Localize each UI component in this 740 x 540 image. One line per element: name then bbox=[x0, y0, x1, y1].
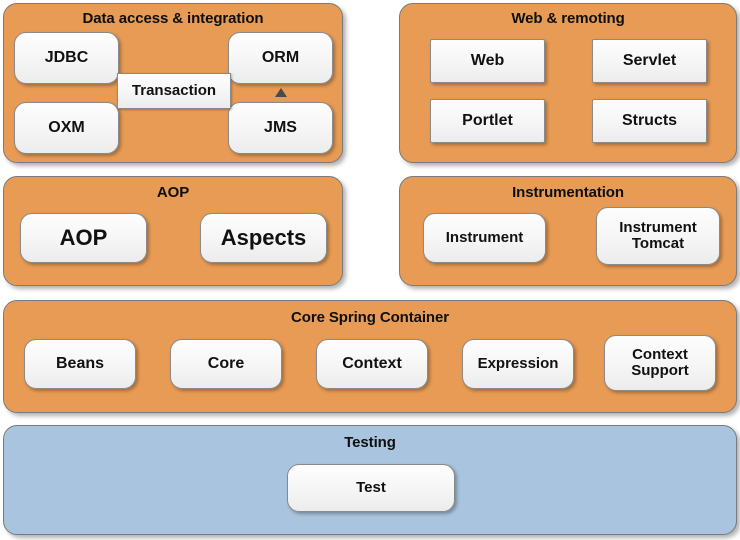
module-web[interactable]: Web bbox=[430, 39, 545, 83]
module-jdbc-label: JDBC bbox=[44, 49, 89, 67]
panel-title-data-access: Data access & integration bbox=[82, 10, 264, 27]
module-jdbc[interactable]: JDBC bbox=[14, 32, 119, 84]
arrow-up-icon bbox=[275, 88, 287, 97]
panel-title-aop: AOP bbox=[156, 184, 190, 201]
module-portlet[interactable]: Portlet bbox=[430, 99, 545, 143]
module-instrument[interactable]: Instrument bbox=[423, 213, 546, 263]
module-jms-label: JMS bbox=[264, 119, 297, 137]
panel-web-remoting[interactable]: Web & remoting Web Servlet Portlet Struc… bbox=[399, 3, 737, 163]
module-context-support[interactable]: Context Support bbox=[604, 335, 716, 391]
spring-architecture-diagram: Data access & integration JDBC OXM ORM J… bbox=[0, 0, 740, 540]
panel-testing[interactable]: Testing Test bbox=[3, 425, 737, 535]
module-instrument-tomcat-label-line1: Instrument bbox=[619, 218, 697, 236]
panel-aop[interactable]: AOP AOP Aspects bbox=[3, 176, 343, 286]
module-test[interactable]: Test bbox=[287, 464, 455, 512]
module-servlet[interactable]: Servlet bbox=[592, 39, 707, 83]
module-aop[interactable]: AOP bbox=[20, 213, 147, 263]
module-instrument-label: Instrument bbox=[445, 228, 524, 246]
module-aop-label: AOP bbox=[59, 225, 108, 251]
module-orm[interactable]: ORM bbox=[228, 32, 333, 84]
module-jms[interactable]: JMS bbox=[228, 102, 333, 154]
panel-title-testing: Testing bbox=[344, 434, 396, 451]
panel-title-web-remoting: Web & remoting bbox=[511, 10, 625, 27]
panel-core-spring-container[interactable]: Core Spring Container Beans Core Context… bbox=[3, 300, 737, 413]
module-oxm[interactable]: OXM bbox=[14, 102, 119, 154]
module-beans-label: Beans bbox=[55, 355, 105, 373]
module-aspects-label: Aspects bbox=[220, 225, 307, 251]
module-context-support-label-line2: Support bbox=[631, 362, 689, 379]
module-instrument-tomcat[interactable]: Instrument Tomcat bbox=[596, 207, 720, 265]
module-instrument-tomcat-label-line2: Tomcat bbox=[631, 235, 685, 252]
module-orm-label: ORM bbox=[261, 49, 300, 67]
module-transaction[interactable]: Transaction bbox=[117, 73, 231, 109]
module-context[interactable]: Context bbox=[316, 339, 428, 389]
panel-title-core-spring-container: Core Spring Container bbox=[291, 309, 449, 326]
module-web-label: Web bbox=[470, 52, 505, 70]
panel-data-access-integration[interactable]: Data access & integration JDBC OXM ORM J… bbox=[3, 3, 343, 163]
module-context-support-label-line1: Context bbox=[632, 345, 688, 363]
module-core[interactable]: Core bbox=[170, 339, 282, 389]
module-servlet-label: Servlet bbox=[622, 52, 677, 70]
module-portlet-label: Portlet bbox=[462, 112, 513, 130]
module-beans[interactable]: Beans bbox=[24, 339, 136, 389]
panel-instrumentation[interactable]: Instrumentation Instrument Instrument To… bbox=[399, 176, 737, 286]
module-aspects[interactable]: Aspects bbox=[200, 213, 327, 263]
module-transaction-label: Transaction bbox=[131, 81, 217, 99]
module-context-label: Context bbox=[342, 355, 402, 373]
module-test-label: Test bbox=[356, 478, 386, 496]
module-structs[interactable]: Structs bbox=[592, 99, 707, 143]
module-oxm-label: OXM bbox=[48, 119, 85, 137]
module-core-label: Core bbox=[207, 355, 245, 373]
module-expression[interactable]: Expression bbox=[462, 339, 574, 389]
panel-title-instrumentation: Instrumentation bbox=[512, 184, 624, 201]
module-structs-label: Structs bbox=[621, 112, 678, 130]
module-expression-label: Expression bbox=[477, 354, 559, 372]
